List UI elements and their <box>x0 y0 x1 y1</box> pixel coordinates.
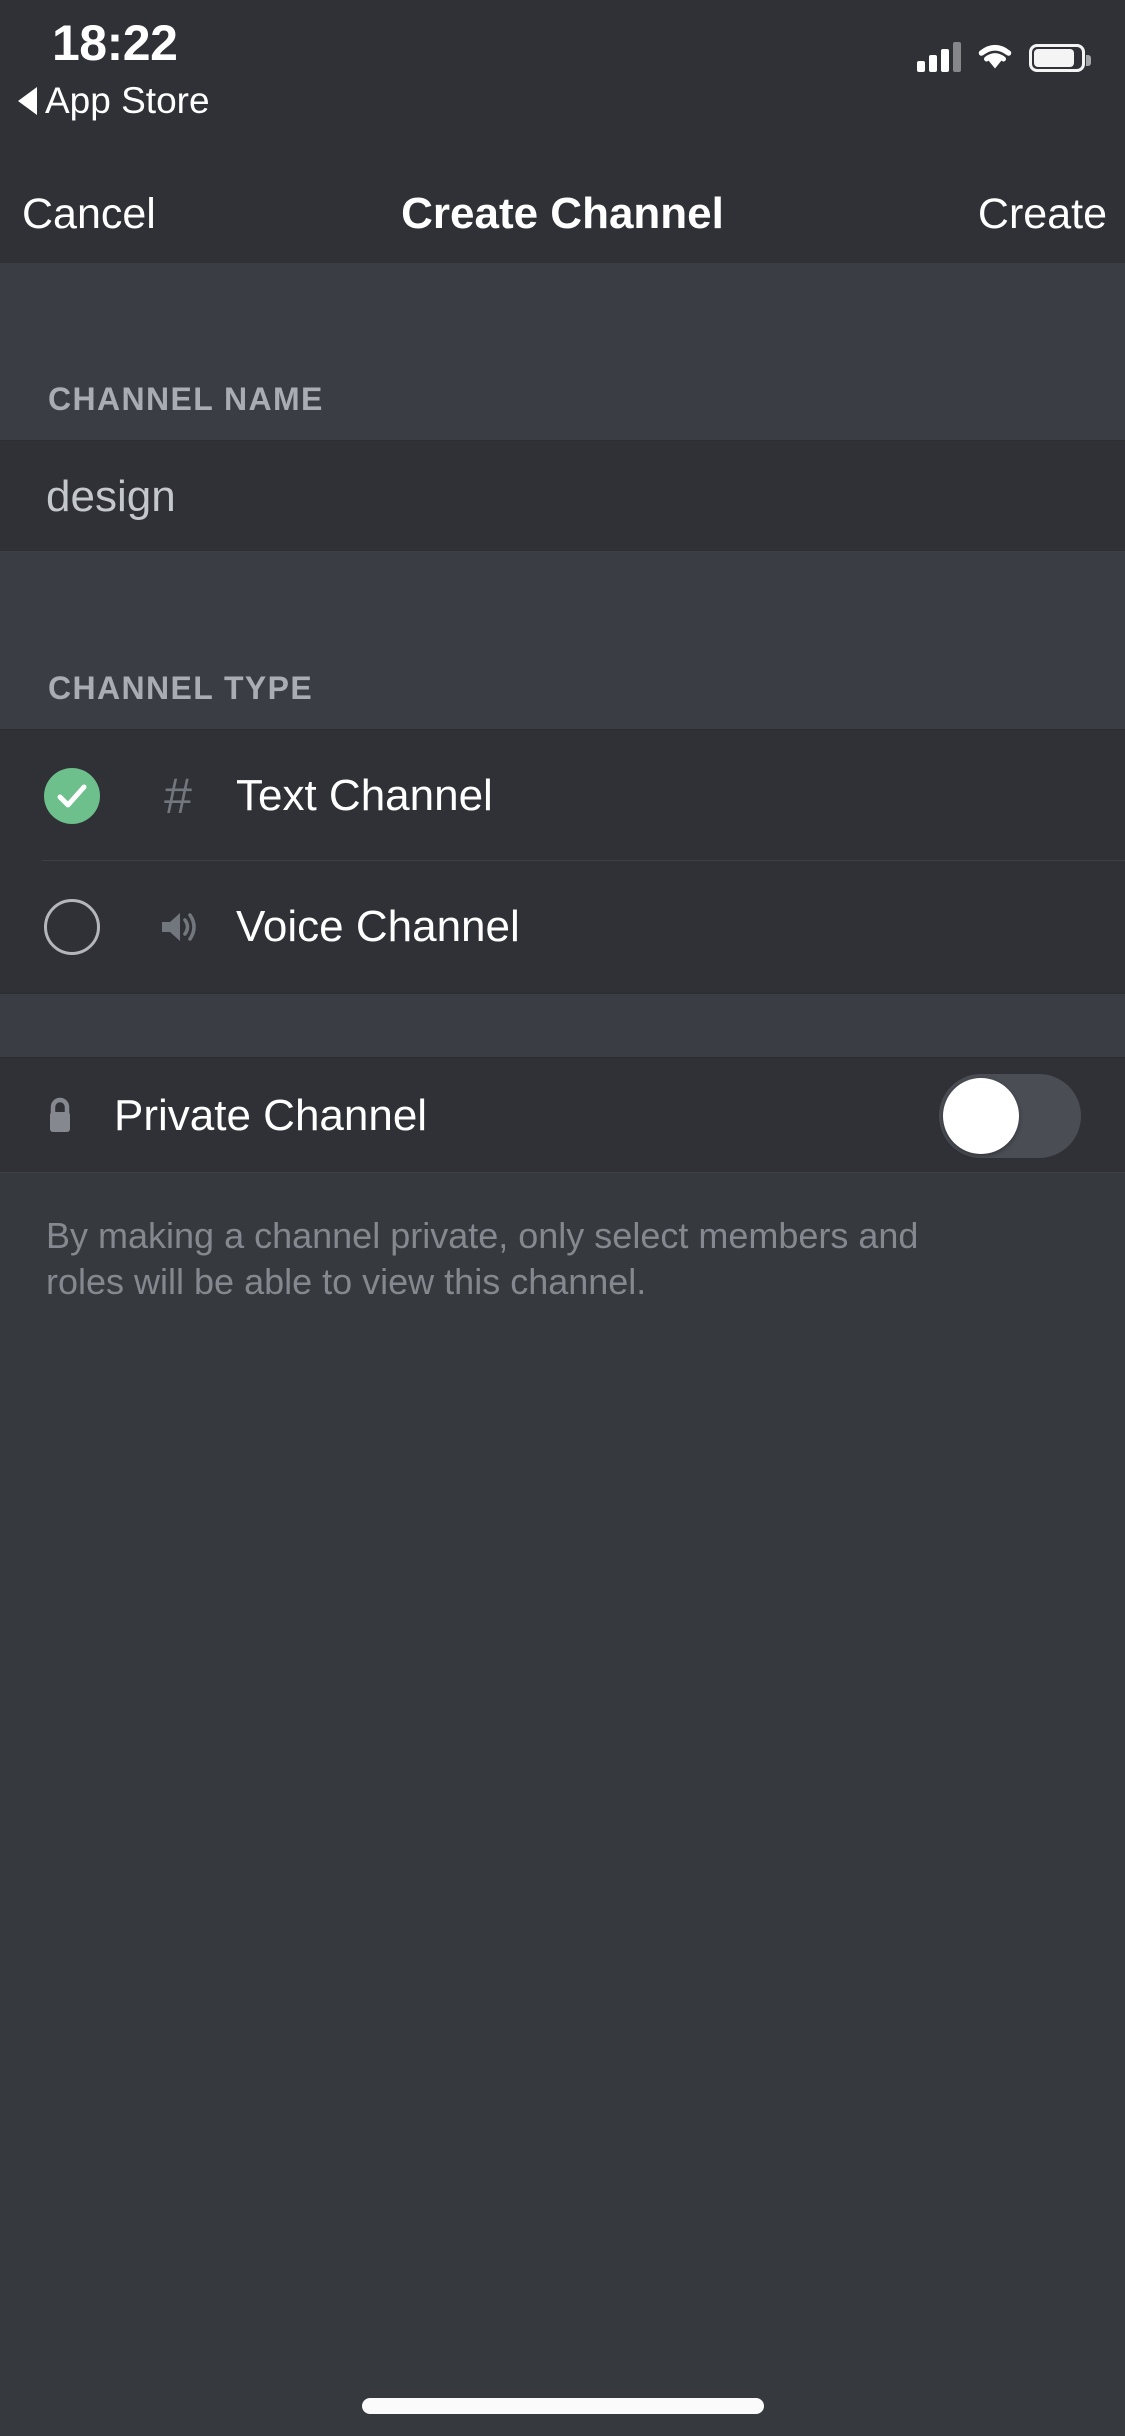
channel-name-section-label: CHANNEL NAME <box>0 381 1125 440</box>
channel-name-row[interactable] <box>0 440 1125 552</box>
cellular-signal-icon <box>917 42 961 72</box>
triangle-left-icon <box>18 87 37 115</box>
status-time: 18:22 <box>52 15 178 71</box>
voice-channel-radio-unselected[interactable] <box>44 899 100 955</box>
toggle-knob <box>943 1077 1019 1154</box>
private-channel-section-spacer <box>0 993 1125 1057</box>
text-channel-option[interactable]: # Text Channel <box>0 729 1125 861</box>
private-channel-toggle[interactable] <box>939 1073 1081 1158</box>
status-bar: 18:22 App Store <box>0 0 1125 165</box>
battery-icon <box>1029 44 1091 72</box>
private-channel-row[interactable]: Private Channel <box>0 1057 1125 1173</box>
cancel-button[interactable]: Cancel <box>22 190 156 239</box>
back-to-app-store-button[interactable]: App Store <box>18 80 210 122</box>
speaker-icon <box>152 907 204 947</box>
app-screen: 18:22 App Store Cancel Create Channel Cr… <box>0 0 1125 2436</box>
home-indicator[interactable] <box>361 2398 764 2414</box>
private-channel-label: Private Channel <box>114 1090 428 1140</box>
wifi-icon <box>975 42 1015 72</box>
voice-channel-option[interactable]: Voice Channel <box>0 861 1125 993</box>
row-divider <box>0 551 1125 552</box>
private-channel-divider <box>0 1172 1125 1173</box>
channel-name-section-spacer <box>0 263 1125 381</box>
text-channel-radio-selected[interactable] <box>44 767 100 824</box>
navigation-bar: Cancel Create Channel Create <box>0 165 1125 263</box>
create-button[interactable]: Create <box>978 190 1107 239</box>
hash-icon: # <box>164 767 192 824</box>
voice-channel-label: Voice Channel <box>236 902 520 951</box>
channel-name-input[interactable] <box>46 471 946 522</box>
lock-icon <box>40 1095 80 1137</box>
page-title: Create Channel <box>401 189 724 238</box>
form-content: CHANNEL NAME CHANNEL TYPE # Text Channel <box>0 263 1125 2436</box>
back-label: App Store <box>45 80 210 121</box>
status-indicators <box>917 28 1091 72</box>
channel-type-section-spacer <box>0 552 1125 670</box>
private-channel-description: By making a channel private, only select… <box>0 1173 1040 1306</box>
text-channel-label: Text Channel <box>236 770 493 820</box>
channel-type-section-label: CHANNEL TYPE <box>0 670 1125 729</box>
